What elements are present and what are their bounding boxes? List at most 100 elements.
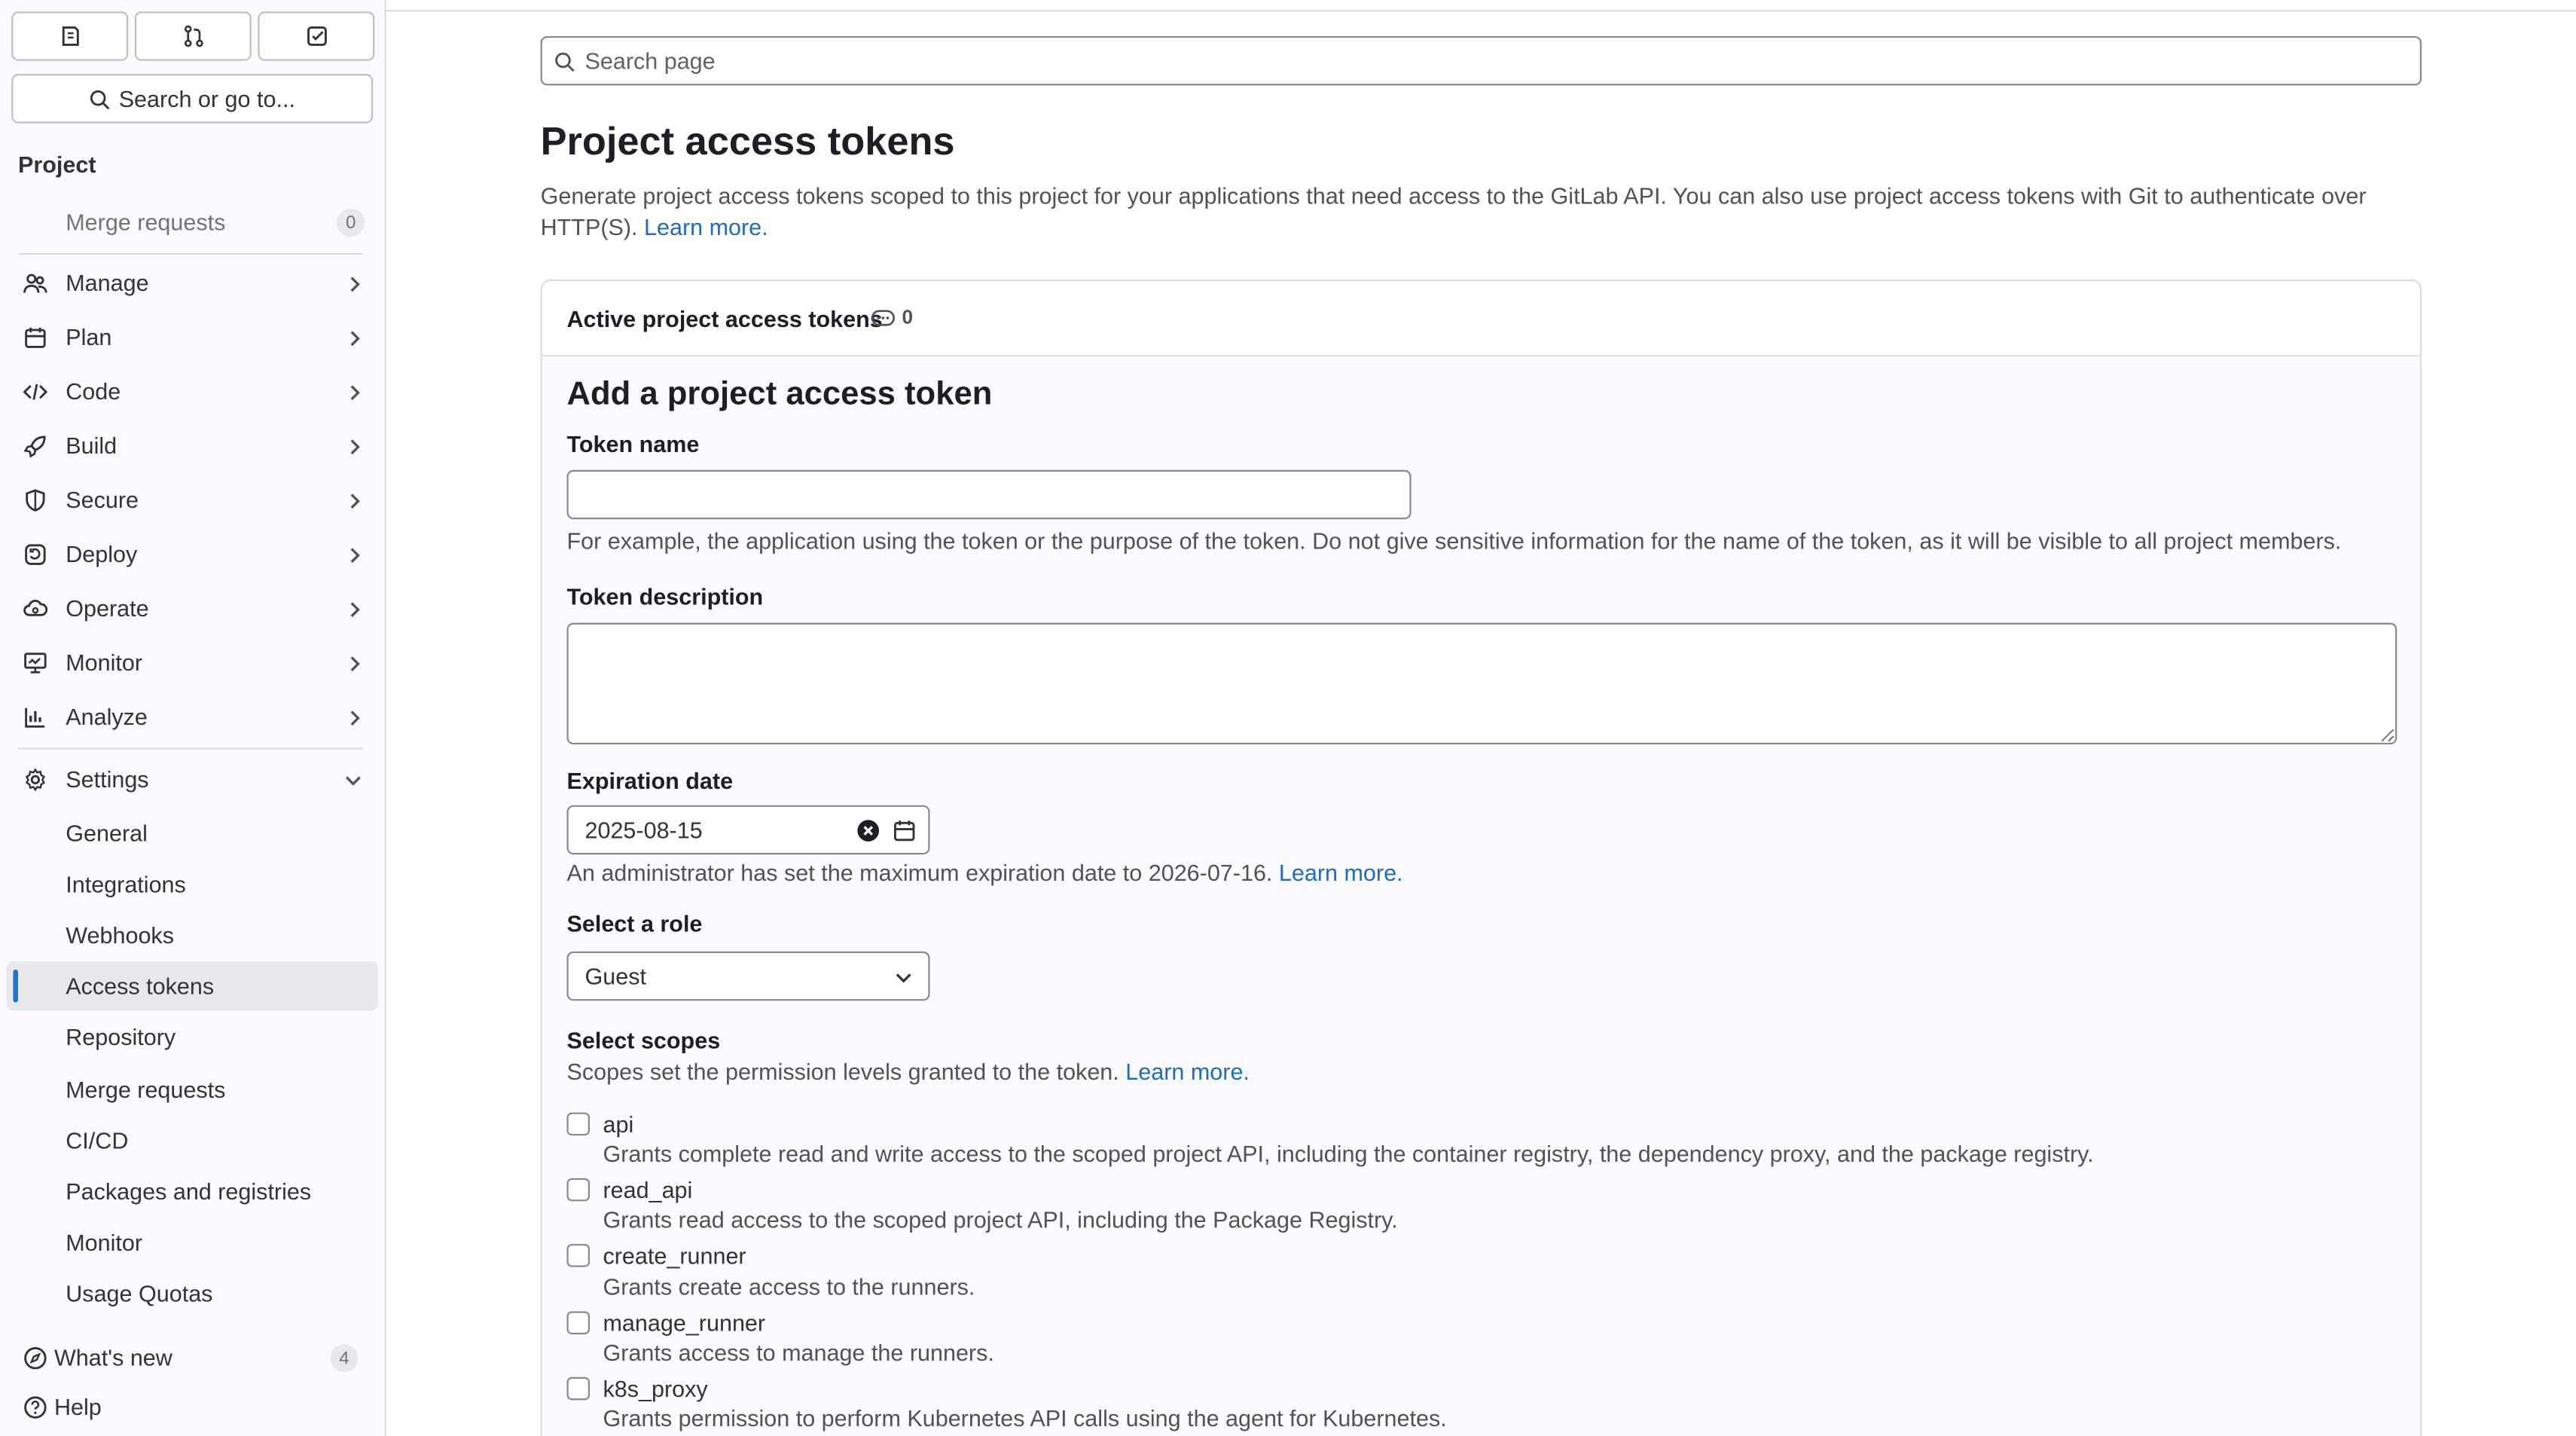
role-select[interactable]: Guest <box>566 951 930 1001</box>
whats-new-link[interactable]: What's new <box>23 1344 172 1370</box>
sidebar-item-settings[interactable]: Settings <box>7 754 378 803</box>
issues-icon <box>61 26 78 46</box>
sidebar-subitem-webhooks[interactable]: Webhooks <box>7 910 378 959</box>
sidebar-item-label: Monitor <box>66 649 143 676</box>
token-description-label: Token description <box>566 583 764 610</box>
sidebar-subitem-integrations[interactable]: Integrations <box>7 860 378 909</box>
scope-checkbox-k8s-proxy[interactable] <box>566 1376 591 1401</box>
active-tokens-header: Active project access tokens 0 <box>542 280 2420 357</box>
users-icon <box>23 273 47 293</box>
sidebar-item-label: Manage <box>66 269 149 296</box>
issues-button[interactable] <box>11 11 129 61</box>
page-description-text: Generate project access tokens scoped to… <box>540 182 2367 240</box>
scope-checkbox-read-api[interactable] <box>566 1178 591 1202</box>
sidebar-item-label: Build <box>66 432 118 459</box>
clear-icon[interactable] <box>856 818 881 843</box>
expiration-date-value: 2025-08-15 <box>584 817 703 843</box>
chevron-down-icon <box>346 776 361 786</box>
deploy-icon <box>25 544 46 565</box>
expiration-learn-more-link[interactable]: Learn more. <box>1279 860 1403 886</box>
sidebar-top-buttons <box>11 11 375 61</box>
chevron-right-icon <box>350 710 360 726</box>
role-selected-value: Guest <box>584 963 646 990</box>
sidebar-subitem-label: Packages and registries <box>66 1178 312 1205</box>
token-name-help: For example, the application using the t… <box>566 527 2342 555</box>
search-page-input[interactable] <box>584 47 2392 75</box>
sidebar-subitem-label: Integrations <box>66 870 186 897</box>
merge-requests-count-badge: 0 <box>337 209 365 237</box>
rocket-icon <box>23 435 46 458</box>
expiration-date-help: An administrator has set the maximum exp… <box>566 860 1402 886</box>
scope-name-api: api <box>603 1111 634 1138</box>
expiration-date-field[interactable]: 2025-08-15 <box>566 805 930 855</box>
sidebar-subitem-label: Merge requests <box>66 1076 226 1103</box>
sidebar-divider <box>17 252 364 255</box>
role-label: Select a role <box>566 910 703 937</box>
search-page-field[interactable] <box>540 35 2422 86</box>
sidebar-item-build[interactable]: Build <box>7 420 378 469</box>
whats-new-label: What's new <box>53 1344 172 1371</box>
calendar-icon[interactable] <box>892 818 917 843</box>
token-description-input[interactable] <box>566 622 2397 745</box>
whats-new-count-badge: 4 <box>330 1344 359 1373</box>
sidebar-item-manage[interactable]: Manage <box>7 258 378 307</box>
sidebar-item-plan[interactable]: Plan <box>7 312 378 361</box>
monitor-icon <box>24 652 47 674</box>
todos-button[interactable] <box>258 11 375 61</box>
sidebar-subitem-repository[interactable]: Repository <box>7 1013 378 1062</box>
sidebar-item-secure[interactable]: Secure <box>7 475 378 524</box>
sidebar-item-monitor[interactable]: Monitor <box>7 637 378 686</box>
scope-name-k8s-proxy: k8s_proxy <box>603 1375 708 1402</box>
scope-checkbox-api[interactable] <box>566 1112 591 1136</box>
merge-request-icon <box>183 25 203 47</box>
access-tokens-card: Active project access tokens 0 Add a pro… <box>540 279 2422 1436</box>
scope-desc-k8s-proxy: Grants permission to perform Kubernetes … <box>603 1404 1447 1431</box>
expiration-date-help-text: An administrator has set the maximum exp… <box>566 859 1273 886</box>
chevron-right-icon <box>350 493 360 509</box>
sidebar-item-deploy[interactable]: Deploy <box>7 529 378 578</box>
sidebar-subitem-packages-and-registries[interactable]: Packages and registries <box>7 1167 378 1216</box>
cloud-gear-icon <box>23 600 48 616</box>
search-or-go-to-button[interactable]: Search or go to... <box>11 74 374 124</box>
sidebar-item-code[interactable]: Code <box>7 366 378 415</box>
search-icon <box>555 51 575 72</box>
sidebar-subitem-usage-quotas[interactable]: Usage Quotas <box>7 1269 378 1318</box>
learn-more-link[interactable]: Learn more. <box>644 214 768 240</box>
add-token-heading: Add a project access token <box>566 376 993 413</box>
search-or-go-to-label: Search or go to... <box>118 85 295 112</box>
sidebar-item-label: Settings <box>66 765 149 793</box>
scope-desc-api: Grants complete read and write access to… <box>603 1140 2094 1167</box>
help-link[interactable]: Help <box>23 1394 102 1419</box>
scopes-learn-more-link[interactable]: Learn more. <box>1125 1059 1250 1085</box>
token-name-input[interactable] <box>566 469 1412 520</box>
sidebar-subitem-label: Access tokens <box>66 973 215 1000</box>
sidebar-divider <box>17 747 364 750</box>
sidebar-item-label: Code <box>66 377 121 405</box>
sidebar-subitem-general[interactable]: General <box>7 808 378 857</box>
sidebar-item-analyze[interactable]: Analyze <box>7 692 378 741</box>
scope-desc-manage-runner: Grants access to manage the runners. <box>603 1339 994 1366</box>
search-icon <box>90 89 111 109</box>
sidebar-item-label: Merge requests <box>66 209 226 235</box>
sidebar-section-title: Project <box>17 151 96 178</box>
sidebar-subitem-label: General <box>66 820 148 847</box>
expiration-date-label: Expiration date <box>566 767 734 794</box>
sidebar-item-merge-requests[interactable]: Merge requests 0 <box>7 197 378 246</box>
sidebar-item-label: Operate <box>66 594 149 622</box>
sidebar-subitem-merge-requests[interactable]: Merge requests <box>7 1065 378 1114</box>
token-icon <box>871 309 896 325</box>
sidebar-subitem-access-tokens[interactable]: Access tokens <box>6 961 378 1011</box>
sidebar-subitem-label: Repository <box>66 1023 176 1050</box>
sidebar-subitem-label: Webhooks <box>66 921 174 949</box>
merge-requests-button[interactable] <box>134 11 252 61</box>
sidebar-item-label: Secure <box>66 486 139 513</box>
scope-checkbox-manage-runner[interactable] <box>566 1311 591 1335</box>
sidebar-subitem-monitor[interactable]: Monitor <box>7 1218 378 1266</box>
scope-name-create-runner: create_runner <box>603 1242 746 1269</box>
chevron-right-icon <box>350 277 360 292</box>
sidebar-subitem-ci-cd[interactable]: CI/CD <box>7 1116 378 1165</box>
chevron-right-icon <box>350 331 360 347</box>
sidebar-item-label: Analyze <box>66 703 148 730</box>
scope-checkbox-create-runner[interactable] <box>566 1244 591 1267</box>
sidebar-item-operate[interactable]: Operate <box>7 583 378 632</box>
